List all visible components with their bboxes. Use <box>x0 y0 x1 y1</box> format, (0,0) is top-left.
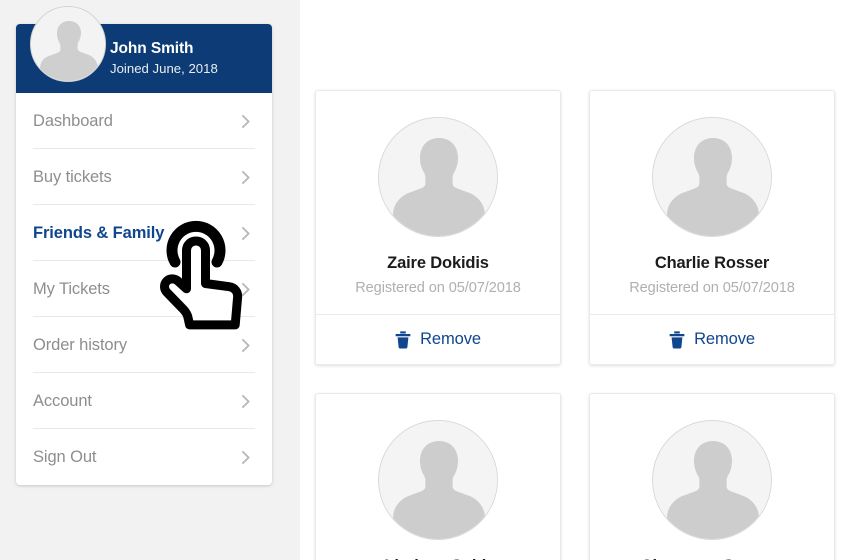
chevron-right-icon <box>242 450 250 464</box>
remove-label: Remove <box>694 330 755 349</box>
friends-grid: Zaire Dokidis Registered on 05/07/2018 R… <box>315 90 836 560</box>
sidebar-item-label: Friends & Family <box>33 223 165 242</box>
user-name: John Smith <box>110 40 194 58</box>
chevron-right-icon <box>242 114 250 128</box>
sidebar-item-friends-family[interactable]: Friends & Family <box>16 204 272 261</box>
sidebar-item-sign-out[interactable]: Sign Out <box>16 428 272 485</box>
friend-card-body: Zaire Dokidis Registered on 05/07/2018 <box>316 91 560 314</box>
user-joined-date: Joined June, 2018 <box>110 60 218 76</box>
friend-name: Charlie Rosser <box>654 254 770 272</box>
friend-card: Zaire Dokidis Registered on 05/07/2018 R… <box>315 90 561 366</box>
sidebar-item-label: Buy tickets <box>33 167 112 186</box>
trash-icon <box>669 331 685 349</box>
avatar <box>652 117 772 237</box>
avatar <box>378 420 498 541</box>
friend-name: Zaire Dokidis <box>387 254 489 272</box>
friend-name: Cheyenne Stanton <box>604 556 820 560</box>
trash-icon <box>395 331 411 349</box>
avatar <box>378 117 498 237</box>
user-avatar-placeholder-icon <box>379 421 497 540</box>
sidebar-item-label: Dashboard <box>33 111 113 130</box>
friend-card: Cheyenne Stanton Registered on 05/07/201… <box>589 393 835 560</box>
friend-card: Charlie Rosser Registered on 05/07/2018 … <box>589 90 835 366</box>
friend-name: Lindsey Geidt <box>330 556 546 560</box>
user-avatar-placeholder-icon <box>653 421 771 540</box>
sidebar-item-dashboard[interactable]: Dashboard <box>16 93 272 149</box>
remove-label: Remove <box>420 330 481 349</box>
sidebar-item-buy-tickets[interactable]: Buy tickets <box>16 148 272 205</box>
user-avatar-placeholder-icon <box>653 118 771 236</box>
sidebar-item-label: Order history <box>33 335 128 354</box>
chevron-right-icon <box>242 170 250 184</box>
sidebar-user-header: John Smith Joined June, 2018 <box>16 6 272 93</box>
sidebar-item-my-tickets[interactable]: My Tickets <box>16 260 272 317</box>
sidebar-item-order-history[interactable]: Order history <box>16 316 272 373</box>
chevron-right-icon <box>242 338 250 352</box>
avatar <box>30 6 106 82</box>
sidebar-item-label: Sign Out <box>33 447 97 466</box>
friend-registered-date: Registered on 05/07/2018 <box>355 280 521 297</box>
friend-card: Lindsey Geidt Registered on 05/07/2018 R… <box>315 393 561 560</box>
sidebar-item-account[interactable]: Account <box>16 372 272 429</box>
remove-friend-button[interactable]: Remove <box>590 314 834 364</box>
avatar <box>652 420 772 541</box>
friend-registered-date: Registered on 05/07/2018 <box>629 280 795 297</box>
friend-card-body: Charlie Rosser Registered on 05/07/2018 <box>590 91 834 314</box>
user-avatar-placeholder-icon <box>379 118 497 236</box>
account-sidebar: John Smith Joined June, 2018 Dashboard B… <box>16 6 272 485</box>
sidebar-nav-list: Dashboard Buy tickets Friends & Family M… <box>16 93 272 485</box>
friend-card-body: Cheyenne Stanton Registered on 05/07/201… <box>590 394 834 560</box>
chevron-right-icon <box>242 226 250 240</box>
sidebar-item-label: Account <box>33 391 92 410</box>
chevron-right-icon <box>242 394 250 408</box>
chevron-right-icon <box>242 282 250 296</box>
remove-friend-button[interactable]: Remove <box>316 314 560 364</box>
friend-card-body: Lindsey Geidt Registered on 05/07/2018 <box>316 394 560 560</box>
sidebar-item-label: My Tickets <box>33 279 110 298</box>
user-avatar-placeholder-icon <box>31 7 105 81</box>
